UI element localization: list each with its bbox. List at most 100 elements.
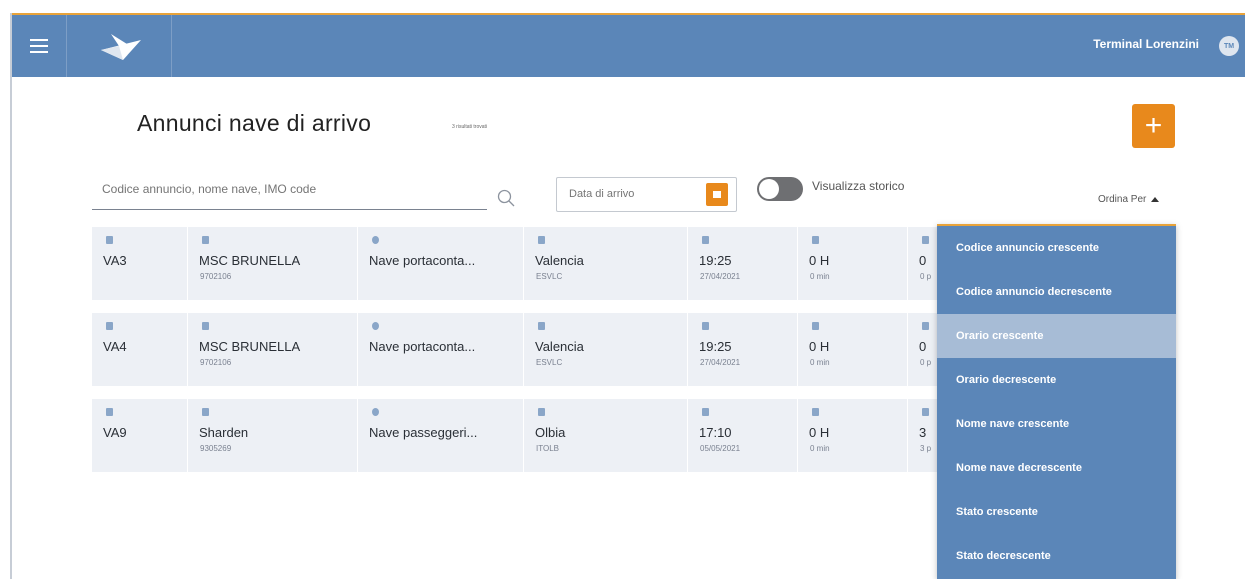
row-duration-h: 0 H (809, 425, 830, 440)
port-icon (538, 236, 545, 244)
search-input[interactable] (102, 182, 472, 196)
calendar-icon (702, 322, 709, 330)
row-cell-ship-name: Sharden 9305269 (188, 399, 358, 472)
row-ship-type: Nave portaconta... (369, 339, 476, 354)
row-cell-time: 19:25 27/04/2021 (688, 227, 798, 300)
row-ship-name: MSC BRUNELLA (199, 339, 301, 354)
row-time: 19:25 (699, 339, 732, 354)
app-frame: Terminal Lorenzini TM Annunci nave di ar… (0, 0, 1245, 579)
row-time: 17:10 (699, 425, 732, 440)
row-imo: 9702106 (200, 272, 232, 281)
sort-option[interactable]: Codice annuncio crescente (937, 226, 1176, 270)
row-port-code: ESVLC (536, 272, 563, 281)
row-date: 27/04/2021 (700, 358, 741, 367)
row-ship-name: Sharden (199, 425, 249, 440)
info-icon (372, 236, 379, 244)
people-icon (922, 322, 929, 330)
user-avatar[interactable]: TM (1219, 36, 1239, 56)
page-title: Annunci nave di arrivo (137, 110, 372, 136)
announcement-row[interactable]: VA9 Sharden 9305269 Nave passeggeri... Olbia… (92, 399, 937, 472)
row-cell-duration-h: 0 H 0 min (798, 313, 908, 386)
calendar-icon (702, 408, 709, 416)
pin-icon (106, 408, 113, 416)
row-count-sub: 3 p (920, 444, 932, 453)
row-cell-port: Valencia ESVLC (524, 313, 688, 386)
search-field (92, 176, 487, 210)
port-icon (538, 322, 545, 330)
row-code: VA9 (103, 425, 127, 440)
arrival-date-input[interactable] (569, 188, 689, 200)
row-port: Valencia (535, 339, 584, 354)
row-cell-duration-h: 0 H 0 min (798, 399, 908, 472)
row-cell-code: VA4 (92, 313, 188, 386)
row-imo: 9305269 (200, 444, 232, 453)
people-icon (922, 236, 929, 244)
row-cell-port: Olbia ITOLB (524, 399, 688, 472)
row-ship-type: Nave portaconta... (369, 253, 476, 268)
sort-option[interactable]: Nome nave decrescente (937, 446, 1176, 490)
ship-icon (202, 408, 209, 416)
pin-icon (106, 236, 113, 244)
toggle-knob (759, 179, 779, 199)
hourglass-icon (812, 322, 819, 330)
ship-icon (202, 322, 209, 330)
hourglass-icon (812, 408, 819, 416)
menu-button[interactable] (12, 15, 67, 77)
hourglass-icon (812, 236, 819, 244)
paper-plane-logo (100, 34, 141, 60)
people-icon (922, 408, 929, 416)
search-icon[interactable] (497, 189, 515, 207)
announcement-row[interactable]: VA3 MSC BRUNELLA 9702106 Nave portaconta...… (92, 227, 937, 300)
row-cell-ship-name: MSC BRUNELLA 9702106 (188, 227, 358, 300)
add-announcement-button[interactable]: + (1132, 104, 1175, 148)
row-ship-type: Nave passeggeri... (369, 425, 478, 440)
row-cell-count: 00 p (908, 313, 937, 386)
arrival-date-field (556, 177, 737, 212)
pin-icon (106, 322, 113, 330)
sort-option[interactable]: Codice annuncio decrescente (937, 270, 1176, 314)
row-cell-count: 00 p (908, 227, 937, 300)
row-port: Olbia (535, 425, 566, 440)
app-logo[interactable] (68, 15, 172, 77)
info-icon (372, 322, 379, 330)
calendar-icon (713, 191, 721, 198)
row-date: 27/04/2021 (700, 272, 741, 281)
calendar-button[interactable] (706, 183, 728, 206)
row-cell-ship-type: Nave portaconta... (358, 227, 524, 300)
row-cell-count: 33 p (908, 399, 937, 472)
row-count: 3 (919, 425, 927, 440)
row-time: 19:25 (699, 253, 732, 268)
sort-option[interactable]: Orario crescente (937, 314, 1176, 358)
row-cell-ship-type: Nave portaconta... (358, 313, 524, 386)
row-duration-min: 0 min (810, 272, 830, 281)
row-cell-port: Valencia ESVLC (524, 227, 688, 300)
sort-option[interactable]: Nome nave crescente (937, 402, 1176, 446)
row-ship-name: MSC BRUNELLA (199, 253, 301, 268)
row-port-code: ESVLC (536, 358, 563, 367)
hamburger-icon (30, 39, 48, 53)
row-port: Valencia (535, 253, 584, 268)
row-code: VA3 (103, 253, 127, 268)
top-bar: Terminal Lorenzini TM (12, 15, 1245, 77)
row-count-sub: 0 p (920, 358, 932, 367)
sort-option[interactable]: Stato decrescente (937, 534, 1176, 578)
row-cell-ship-type: Nave passeggeri... (358, 399, 524, 472)
row-cell-code: VA3 (92, 227, 188, 300)
row-cell-ship-name: MSC BRUNELLA 9702106 (188, 313, 358, 386)
sort-by-label: Ordina Per (1098, 194, 1147, 205)
row-duration-h: 0 H (809, 253, 830, 268)
sort-by-button[interactable]: Ordina Per (1098, 194, 1160, 205)
sort-option[interactable]: Orario decrescente (937, 358, 1176, 402)
row-cell-code: VA9 (92, 399, 188, 472)
port-icon (538, 408, 545, 416)
row-imo: 9702106 (200, 358, 232, 367)
history-toggle[interactable] (757, 177, 803, 201)
row-count: 0 (919, 253, 927, 268)
row-date: 05/05/2021 (700, 444, 741, 453)
history-toggle-label: Visualizza storico (812, 179, 905, 193)
announcement-row[interactable]: VA4 MSC BRUNELLA 9702106 Nave portaconta...… (92, 313, 937, 386)
row-duration-min: 0 min (810, 358, 830, 367)
terminal-name: Terminal Lorenzini (1093, 37, 1199, 51)
sort-option[interactable]: Stato crescente (937, 490, 1176, 534)
ship-icon (202, 236, 209, 244)
